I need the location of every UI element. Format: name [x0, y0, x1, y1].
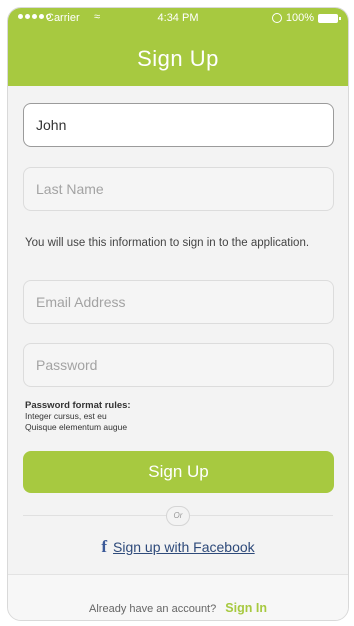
header-bar: Carrier ≈ 4:34 PM 100% Sign Up: [8, 8, 348, 86]
footer-prompt-row: Already have an account? Sign In: [8, 601, 348, 615]
sign-in-link[interactable]: Sign In: [225, 601, 267, 615]
sign-up-button[interactable]: Sign Up: [23, 451, 334, 493]
account-prompt: Already have an account?: [89, 603, 217, 615]
phone-screen: Carrier ≈ 4:34 PM 100% Sign Up You will …: [7, 7, 349, 621]
info-text: You will use this information to sign in…: [25, 237, 310, 249]
battery-percent: 100%: [285, 12, 314, 24]
facebook-signup-link[interactable]: f Sign up with Facebook: [8, 537, 348, 557]
battery-indicator: 100%: [271, 12, 341, 24]
email-input[interactable]: [23, 280, 334, 324]
facebook-signup-label[interactable]: Sign up with Facebook: [113, 539, 255, 555]
password-input[interactable]: [23, 343, 334, 387]
status-bar: Carrier ≈ 4:34 PM 100%: [8, 8, 348, 30]
battery-icon: [318, 13, 341, 23]
last-name-input[interactable]: [23, 167, 334, 211]
password-rule-line: Integer cursus, est eu: [25, 411, 107, 421]
or-divider-label: Or: [166, 506, 190, 526]
password-rules: Password format rules: Integer cursus, e…: [25, 400, 131, 433]
password-rule-line: Quisque elementum augue: [25, 422, 128, 432]
first-name-input[interactable]: [23, 103, 334, 147]
footer: Already have an account? Sign In: [8, 574, 348, 620]
facebook-icon: f: [101, 537, 108, 556]
rotation-lock-icon: [271, 13, 282, 23]
password-rules-title: Password format rules:: [25, 400, 131, 411]
page-title: Sign Up: [137, 46, 219, 71]
